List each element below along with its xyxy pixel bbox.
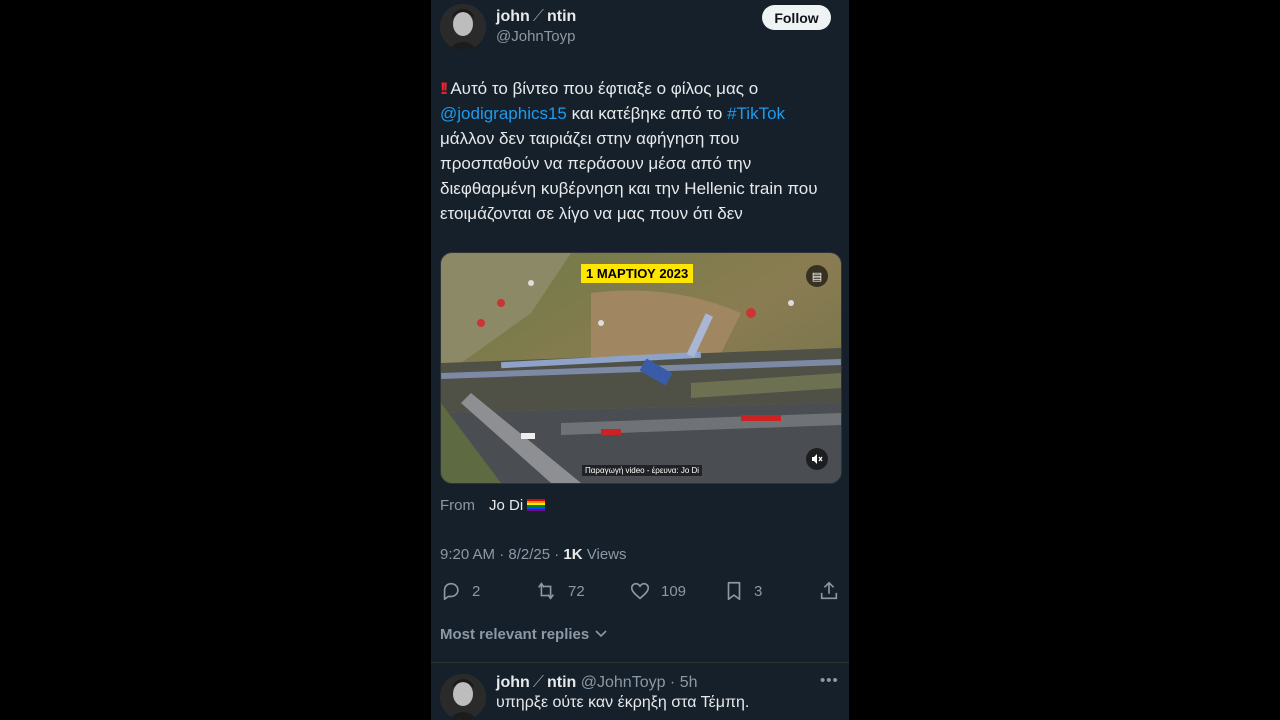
reply-handle-time: @JohnToyp · 5h	[580, 674, 698, 691]
from-attribution: From Jo Di	[440, 497, 546, 514]
tweet-panel: john ⟋ ntin @JohnToyp Follow !! Αυτό το βίν…	[431, 0, 849, 720]
replies-sort-dropdown[interactable]: Most relevant replies	[440, 626, 607, 643]
follow-button[interactable]: Follow	[762, 5, 831, 30]
like-button[interactable]: 109	[629, 580, 686, 602]
chevron-down-icon	[595, 630, 607, 638]
caption-icon[interactable]: ▤	[806, 265, 828, 287]
repost-icon	[538, 582, 554, 600]
mention-link[interactable]: @jodigraphics15	[440, 104, 567, 123]
hashtag-link[interactable]: #TikTok	[727, 104, 785, 123]
reply-icon	[443, 582, 459, 601]
views-count: 1K	[563, 546, 583, 563]
tweet-text: !! Αυτό το βίντεο που έφτιαξε ο φίλος μας…	[440, 79, 818, 223]
video-media[interactable]: 1 ΜΑΡΤΙΟΥ 2023 Παραγωγή video - έρευνα: …	[440, 252, 842, 484]
reply-author-name[interactable]: john ⟋ ntin @JohnToyp · 5h	[496, 674, 698, 692]
author-name[interactable]: john ⟋ ntin	[496, 8, 576, 26]
rainbow-flag-icon	[527, 499, 546, 511]
bookmark-icon	[727, 581, 741, 601]
share-icon	[820, 581, 838, 600]
reply-button[interactable]: 2	[440, 580, 480, 602]
double-exclamation-icon: !!	[440, 79, 449, 98]
video-date-badge: 1 ΜΑΡΤΙΟΥ 2023	[581, 264, 694, 283]
timestamp[interactable]: 9:20 AM · 8/2/25 ·	[440, 546, 563, 563]
share-button[interactable]	[818, 580, 849, 602]
author-handle[interactable]: @JohnToyp	[496, 28, 575, 45]
reply-text: υπηρξε ούτε καν έκρηξη στα Τέμπη.	[496, 694, 750, 711]
mute-icon[interactable]	[806, 448, 828, 470]
author-avatar[interactable]	[440, 4, 486, 50]
action-bar: 2 72 109 3	[440, 580, 840, 604]
repost-button[interactable]: 72	[534, 580, 585, 602]
from-source-link[interactable]: Jo Di	[489, 497, 523, 514]
bookmark-button[interactable]: 3	[724, 580, 762, 602]
more-options-icon[interactable]: •••	[820, 672, 839, 689]
tweet-meta: 9:20 AM · 8/2/25 · 1K Views	[440, 546, 627, 563]
heart-icon	[630, 582, 650, 600]
reply-author-avatar[interactable]	[440, 674, 486, 720]
video-credit: Παραγωγή video - έρευνα: Jo Di	[582, 465, 703, 476]
divider	[431, 662, 849, 663]
